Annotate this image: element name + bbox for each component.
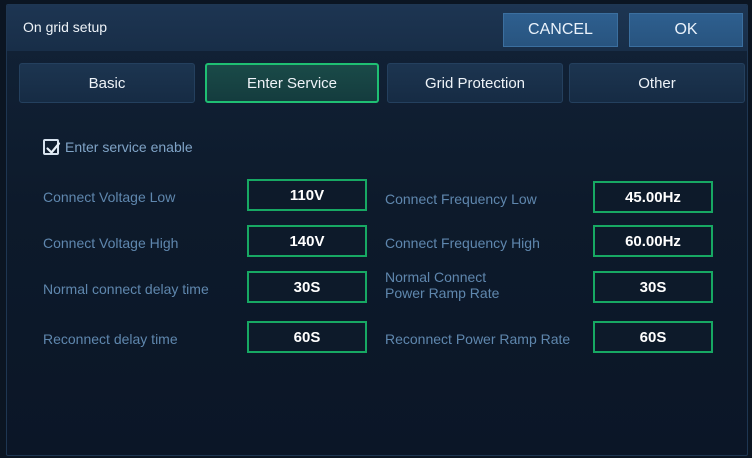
cancel-button[interactable]: CANCEL — [503, 13, 618, 47]
enter-service-enable-checkbox[interactable] — [43, 139, 61, 155]
normal-connect-ramp-label-line1: Normal Connect — [385, 269, 487, 285]
check-icon — [46, 142, 61, 154]
tab-basic[interactable]: Basic — [19, 63, 195, 103]
connect-frequency-high-field[interactable]: 60.00Hz — [593, 225, 713, 257]
connect-frequency-low-field[interactable]: 45.00Hz — [593, 181, 713, 213]
connect-voltage-low-label: Connect Voltage Low — [43, 189, 176, 205]
reconnect-delay-time-label: Reconnect delay time — [43, 331, 178, 347]
reconnect-power-ramp-rate-label: Reconnect Power Ramp Rate — [385, 331, 571, 347]
connect-voltage-low-field[interactable]: 110V — [247, 179, 367, 211]
normal-connect-delay-time-field[interactable]: 30S — [247, 271, 367, 303]
connect-frequency-high-label: Connect Frequency High — [385, 235, 540, 251]
tab-bar: Basic Enter Service Grid Protection Othe… — [7, 57, 747, 107]
tab-grid-protection[interactable]: Grid Protection — [387, 63, 563, 103]
connect-voltage-high-field[interactable]: 140V — [247, 225, 367, 257]
reconnect-power-ramp-rate-field[interactable]: 60S — [593, 321, 713, 353]
normal-connect-ramp-label-line2: Power Ramp Rate — [385, 285, 500, 301]
title-bar: On grid setup CANCEL OK — [7, 5, 747, 51]
enter-service-panel: Enter service enable Connect Voltage Low… — [7, 107, 747, 455]
connect-voltage-high-label: Connect Voltage High — [43, 235, 179, 251]
enter-service-enable-label: Enter service enable — [65, 139, 193, 155]
on-grid-setup-dialog: On grid setup CANCEL OK Basic Enter Serv… — [6, 4, 748, 456]
reconnect-delay-time-field[interactable]: 60S — [247, 321, 367, 353]
dialog-title: On grid setup — [23, 19, 108, 35]
enter-service-enable-row[interactable]: Enter service enable — [43, 139, 193, 155]
normal-connect-delay-time-label: Normal connect delay time — [43, 281, 209, 297]
normal-connect-ramp-rate-field[interactable]: 30S — [593, 271, 713, 303]
connect-frequency-low-label: Connect Frequency Low — [385, 191, 537, 207]
tab-other[interactable]: Other — [569, 63, 745, 103]
ok-button[interactable]: OK — [629, 13, 743, 47]
tab-enter-service[interactable]: Enter Service — [205, 63, 379, 103]
